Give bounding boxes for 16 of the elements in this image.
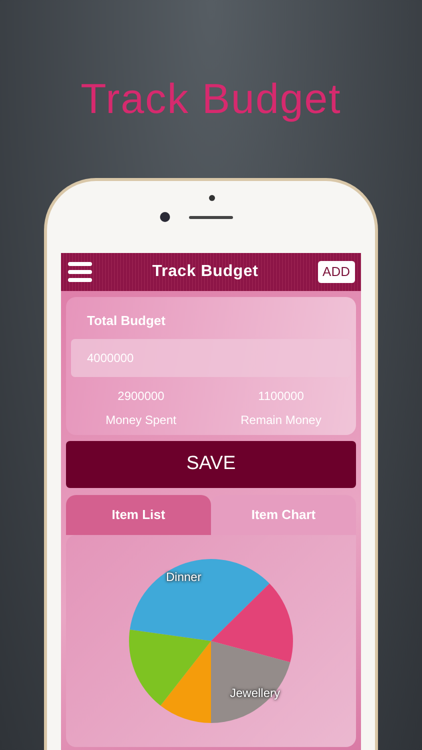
add-button[interactable]: ADD — [318, 261, 355, 283]
menu-icon[interactable] — [67, 261, 93, 283]
stat-label: Remain Money — [240, 412, 322, 428]
camera-icon — [160, 212, 170, 222]
app-title: Track Budget — [152, 262, 258, 282]
stat-value: 2900000 — [116, 388, 166, 404]
stat-value: 1100000 — [257, 388, 305, 404]
speaker-icon — [189, 216, 233, 219]
slice-label: Dinner — [166, 568, 202, 586]
field-label: Total Budget — [87, 312, 166, 330]
stat-label: Money Spent — [104, 412, 178, 428]
tab[interactable]: Item Chart — [211, 494, 356, 534]
save-button[interactable]: SAVE — [66, 440, 356, 488]
promo-title: Track Budget — [80, 74, 342, 124]
tab[interactable]: Item List — [66, 494, 211, 534]
sensor-icon — [209, 195, 215, 201]
